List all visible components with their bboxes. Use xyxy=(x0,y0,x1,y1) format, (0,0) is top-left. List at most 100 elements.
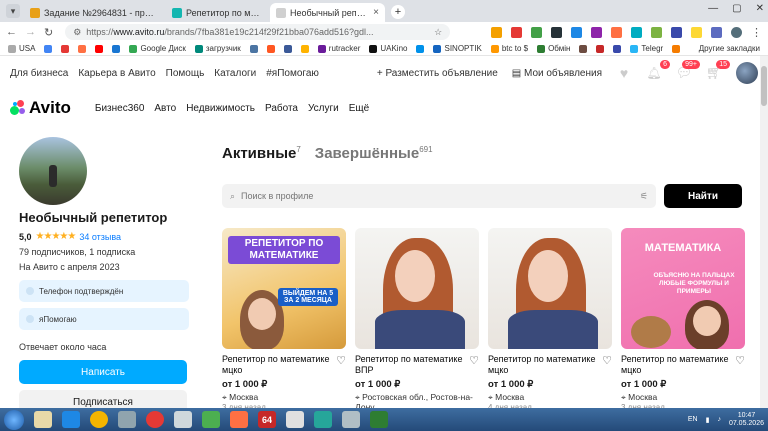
listing-image[interactable]: РЕПЕТИТОР ПО МАТЕМАТИКЕ ВЫЙДЕМ НА 5 ЗА 2… xyxy=(222,228,346,349)
notifications-bell-icon[interactable]: 🔔︎ 6 xyxy=(646,60,670,81)
menu-kebab-icon[interactable]: ⋮ xyxy=(751,26,762,39)
nav-link-help-tag[interactable]: #яПомогаю xyxy=(266,68,319,79)
clock[interactable]: 10:47 07.05.2026 xyxy=(729,412,764,428)
bookmark-item[interactable]: Telegr xyxy=(630,44,663,53)
listing-card[interactable]: РЕПЕТИТОР ПО МАТЕМАТИКЕ ВЫЙДЕМ НА 5 ЗА 2… xyxy=(222,228,346,412)
minimize-icon[interactable]: — xyxy=(708,3,718,14)
nav-link-help[interactable]: Помощь xyxy=(166,68,205,79)
bookmark-item[interactable] xyxy=(613,44,622,53)
listing-title[interactable]: Репетитор по математике мцко xyxy=(488,354,602,376)
main-nav-item-services[interactable]: Услуги xyxy=(308,103,339,114)
language-indicator[interactable]: EN xyxy=(688,416,698,423)
help-badge[interactable]: яПомогаю xyxy=(19,308,189,330)
extension-icon[interactable] xyxy=(631,26,642,38)
bookmark-star-icon[interactable]: ☆ xyxy=(434,27,442,38)
listing-image[interactable]: МАТЕМАТИКА ОБЪЯСНЮ НА ПАЛЬЦАХ ЛЮБЫЕ ФОРМ… xyxy=(621,228,745,349)
tab-active-listings[interactable]: Активные7 xyxy=(222,145,301,162)
main-nav-item-business360[interactable]: Бизнес360 xyxy=(95,103,145,114)
seller-photo[interactable] xyxy=(19,137,87,205)
bookmark-item[interactable]: Google Диск xyxy=(129,44,186,53)
profile-search-input[interactable] xyxy=(241,191,634,201)
bookmark-item[interactable] xyxy=(95,44,104,53)
post-ad-link[interactable]: + Разместить объявление xyxy=(377,68,498,79)
tab-search-icon[interactable]: ▾ xyxy=(6,4,20,18)
bookmark-item[interactable] xyxy=(249,44,258,53)
bookmark-item[interactable] xyxy=(416,44,425,53)
nav-link-career[interactable]: Карьера в Авито xyxy=(78,68,155,79)
browser-tab-1[interactable]: Задание №2964831 - проверка xyxy=(24,3,162,22)
app-icon[interactable] xyxy=(314,411,332,428)
app-icon[interactable] xyxy=(230,411,248,428)
filter-icon[interactable]: ⚟ xyxy=(640,191,648,202)
scrollbar-thumb[interactable] xyxy=(761,66,767,106)
reviews-link[interactable]: 34 отзыва xyxy=(79,232,121,242)
listing-title[interactable]: Репетитор по математике мцко xyxy=(621,354,735,376)
extension-icon[interactable] xyxy=(551,26,562,38)
excel-icon[interactable] xyxy=(370,411,388,428)
bookmark-item[interactable] xyxy=(300,44,309,53)
chrome-icon[interactable] xyxy=(90,411,108,428)
extension-icon[interactable] xyxy=(571,26,582,38)
site-info-icon[interactable]: ⚙ xyxy=(73,27,81,38)
bookmark-item[interactable] xyxy=(112,44,121,53)
volume-icon[interactable]: ♪ xyxy=(717,416,721,423)
nav-link-catalogs[interactable]: Каталоги xyxy=(214,68,256,79)
bookmark-item[interactable] xyxy=(266,44,275,53)
other-bookmarks-folder[interactable]: Другие закладки xyxy=(699,44,760,53)
reload-icon[interactable]: ↻ xyxy=(44,26,53,39)
page-scrollbar[interactable] xyxy=(760,56,768,408)
bookmark-item[interactable] xyxy=(579,44,588,53)
bookmark-item[interactable] xyxy=(283,44,292,53)
favorite-heart-icon[interactable]: ♡ xyxy=(602,354,612,376)
bookmark-item[interactable]: USA xyxy=(8,44,35,53)
new-tab-button[interactable]: + xyxy=(391,5,405,19)
avito-logo[interactable]: Avito xyxy=(10,98,71,118)
tab-completed-listings[interactable]: Завершённые691 xyxy=(315,145,433,162)
bookmark-item[interactable] xyxy=(596,44,605,53)
user-avatar[interactable] xyxy=(736,62,758,84)
close-window-icon[interactable]: ✕ xyxy=(756,3,764,14)
app-icon[interactable] xyxy=(202,411,220,428)
profile-icon[interactable] xyxy=(731,26,742,38)
bookmark-item[interactable] xyxy=(672,44,681,53)
listing-card[interactable]: Репетитор по математике мцко ♡ от 1 000 … xyxy=(488,228,612,412)
bookmark-item[interactable]: UAKino xyxy=(369,44,407,53)
extension-icon[interactable] xyxy=(691,26,702,38)
extension-icon[interactable] xyxy=(671,26,682,38)
extension-icon[interactable] xyxy=(611,26,622,38)
bookmark-item[interactable] xyxy=(61,44,70,53)
favorite-heart-icon[interactable]: ♡ xyxy=(336,354,346,376)
bookmark-item[interactable] xyxy=(78,44,87,53)
app-icon[interactable] xyxy=(342,411,360,428)
maximize-icon[interactable]: ▢ xyxy=(732,3,741,14)
back-icon[interactable]: ← xyxy=(6,26,17,38)
messages-icon[interactable]: 💬︎ 99+ xyxy=(676,60,700,81)
cart-icon[interactable]: 🛒︎ 15 xyxy=(706,60,730,81)
network-icon[interactable]: ▮ xyxy=(706,416,710,424)
bookmark-item[interactable]: btc to $ xyxy=(490,44,528,53)
extension-icon[interactable] xyxy=(591,26,602,38)
explorer-icon[interactable] xyxy=(34,411,52,428)
extension-icon[interactable] xyxy=(711,26,722,38)
nav-link-business[interactable]: Для бизнеса xyxy=(10,68,68,79)
app-64-icon[interactable]: 64 xyxy=(258,411,276,428)
main-nav-item-jobs[interactable]: Работа xyxy=(265,103,298,114)
favorites-heart-icon[interactable]: ♥ xyxy=(616,65,632,81)
extension-icon[interactable] xyxy=(651,26,662,38)
extension-icon[interactable] xyxy=(491,26,502,38)
favorite-heart-icon[interactable]: ♡ xyxy=(735,354,745,376)
forward-icon[interactable]: → xyxy=(25,26,36,38)
app-icon[interactable] xyxy=(118,411,136,428)
bookmark-item[interactable] xyxy=(44,44,53,53)
favorite-heart-icon[interactable]: ♡ xyxy=(469,354,479,376)
listing-image[interactable] xyxy=(355,228,479,349)
main-nav-item-realty[interactable]: Недвижимость xyxy=(186,103,255,114)
listing-card[interactable]: МАТЕМАТИКА ОБЪЯСНЮ НА ПАЛЬЦАХ ЛЮБЫЕ ФОРМ… xyxy=(621,228,745,412)
main-nav-item-more[interactable]: Ещё xyxy=(349,103,369,114)
word-icon[interactable] xyxy=(62,411,80,428)
listing-title[interactable]: Репетитор по математике ВПР xyxy=(355,354,469,376)
listing-title[interactable]: Репетитор по математике мцко xyxy=(222,354,336,376)
app-icon[interactable] xyxy=(286,411,304,428)
bookmark-item[interactable]: rutracker xyxy=(317,44,360,53)
extension-icon[interactable] xyxy=(531,26,542,38)
